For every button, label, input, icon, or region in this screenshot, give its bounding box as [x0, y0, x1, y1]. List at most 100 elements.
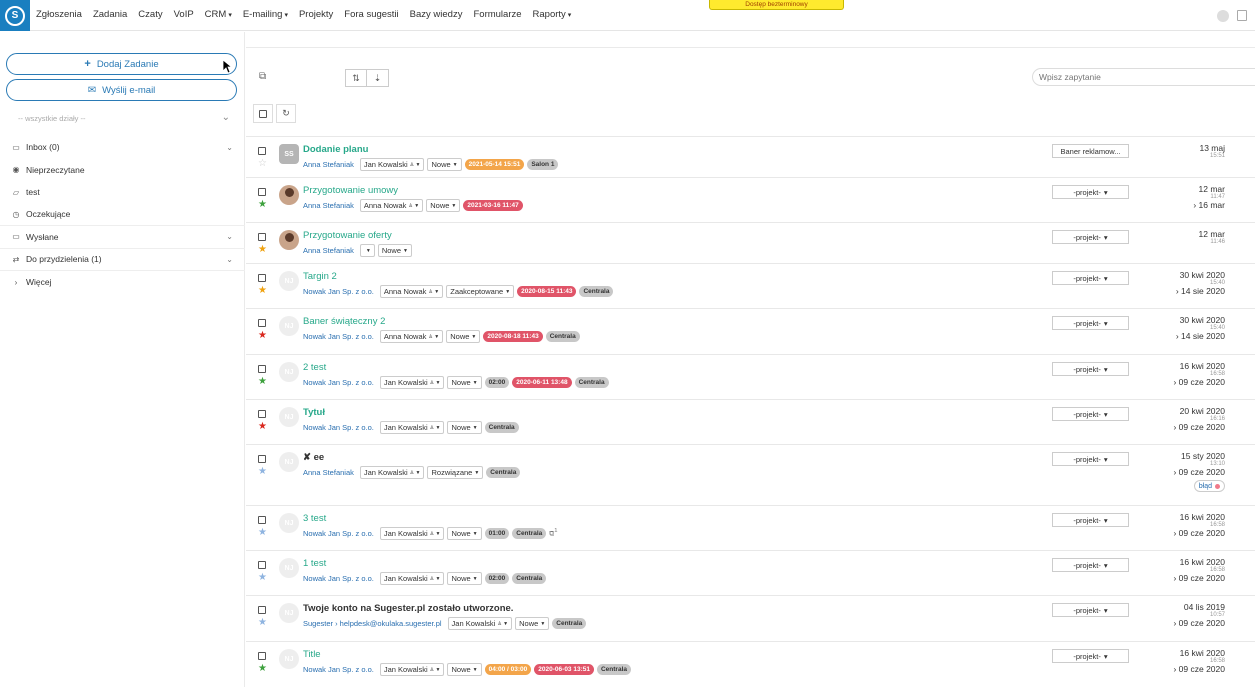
- star-icon[interactable]: ☆: [258, 159, 267, 169]
- assignee-dropdown[interactable]: Jan Kowalski ♙ ▼: [447, 617, 513, 630]
- row-checkbox[interactable]: [258, 652, 266, 662]
- table-row[interactable]: ★ NJ Targin 2 Nowak Jan Sp. z o.o. Anna Nowa…: [246, 263, 1255, 308]
- row-checkbox[interactable]: [258, 365, 266, 375]
- requester-link[interactable]: Anna Stefaniak: [303, 201, 354, 210]
- requester-link[interactable]: Anna Stefaniak: [303, 246, 354, 255]
- row-checkbox[interactable]: [258, 516, 266, 526]
- star-icon[interactable]: ★: [258, 200, 267, 210]
- project-dropdown[interactable]: -projekt- ▾: [1052, 558, 1129, 572]
- nav-item[interactable]: Projekty: [299, 9, 333, 20]
- send-email-button[interactable]: ✉ Wyślij e-mail: [6, 79, 237, 101]
- table-row[interactable]: ★ NJ ✘ ee Anna Stefaniak Jan Kowalski ♙ ▼ Rozw…: [246, 444, 1255, 505]
- attachment-icon[interactable]: ⧉1: [549, 528, 557, 538]
- nav-item[interactable]: Formularze: [473, 9, 521, 20]
- status-dropdown[interactable]: Nowe ▼: [447, 572, 482, 585]
- status-dropdown[interactable]: Zaakceptowane ▼: [446, 285, 515, 298]
- table-row[interactable]: ★ Przygotowanie umowy Anna Stefaniak Anna N…: [246, 177, 1255, 222]
- nav-item[interactable]: CRM ▾: [205, 9, 232, 20]
- row-checkbox[interactable]: [258, 233, 266, 243]
- assignee-dropdown[interactable]: Jan Kowalski ♙ ▼: [379, 572, 445, 585]
- nav-item[interactable]: Bazy wiedzy: [410, 9, 463, 20]
- app-logo[interactable]: S: [0, 0, 30, 31]
- nav-item[interactable]: Zadania: [93, 9, 127, 20]
- row-checkbox[interactable]: [258, 410, 266, 420]
- status-dropdown[interactable]: Nowe ▼: [446, 330, 481, 343]
- assignee-dropdown[interactable]: Anna Nowak ♙ ▼: [379, 285, 444, 298]
- assignee-dropdown[interactable]: Jan Kowalski ♙ ▼: [379, 663, 445, 676]
- star-icon[interactable]: ★: [258, 573, 267, 583]
- table-row[interactable]: ★ NJ Title Nowak Jan Sp. z o.o. Jan Kowalski…: [246, 641, 1255, 686]
- copy-icon[interactable]: ⧉: [259, 71, 266, 82]
- status-dropdown[interactable]: Rozwiązane ▼: [427, 466, 484, 479]
- requester-link[interactable]: Nowak Jan Sp. z o.o.: [303, 378, 374, 387]
- requester-link[interactable]: Anna Stefaniak: [303, 468, 354, 477]
- project-dropdown[interactable]: -projekt- ▾: [1052, 230, 1129, 244]
- status-dropdown[interactable]: Nowe ▼: [377, 244, 412, 257]
- sidebar-item[interactable]: ▱ test: [0, 181, 245, 204]
- project-dropdown[interactable]: -projekt- ▾: [1052, 185, 1129, 199]
- table-row[interactable]: ★ NJ 2 test Nowak Jan Sp. z o.o. Jan Kowalsk…: [246, 354, 1255, 399]
- star-icon[interactable]: ★: [258, 528, 267, 538]
- status-dropdown[interactable]: Nowe ▼: [447, 421, 482, 434]
- status-dropdown[interactable]: Nowe ▼: [447, 376, 482, 389]
- nav-item[interactable]: Raporty ▾: [533, 9, 572, 20]
- row-checkbox[interactable]: [258, 455, 266, 465]
- star-icon[interactable]: ★: [258, 331, 267, 341]
- department-select[interactable]: -- wszystkie działy -- ⌄: [18, 112, 230, 123]
- project-dropdown[interactable]: -projekt- ▾: [1052, 452, 1129, 466]
- sidebar-item[interactable]: ◉ Nieprzeczytane: [0, 159, 245, 182]
- nav-item[interactable]: VoIP: [174, 9, 194, 20]
- project-dropdown[interactable]: -projekt- ▾: [1052, 649, 1129, 663]
- project-dropdown[interactable]: -projekt- ▾: [1052, 513, 1129, 527]
- project-dropdown[interactable]: -projekt- ▾: [1052, 271, 1129, 285]
- star-icon[interactable]: ★: [258, 286, 267, 296]
- requester-link[interactable]: Nowak Jan Sp. z o.o.: [303, 423, 374, 432]
- assignee-dropdown[interactable]: ▼: [359, 244, 375, 257]
- table-row[interactable]: ★ NJ Tytuł Nowak Jan Sp. z o.o. Jan Kowalski…: [246, 399, 1255, 444]
- assignee-dropdown[interactable]: Jan Kowalski ♙ ▼: [359, 466, 425, 479]
- project-dropdown[interactable]: -projekt- ▾: [1052, 316, 1129, 330]
- requester-link[interactable]: Nowak Jan Sp. z o.o.: [303, 665, 374, 674]
- star-icon[interactable]: ★: [258, 618, 267, 628]
- project-dropdown[interactable]: -projekt- ▾: [1052, 603, 1129, 617]
- sidebar-item[interactable]: ⇄ Do przydzielenia (1) ⌄: [0, 249, 245, 271]
- window-icon[interactable]: [1237, 10, 1247, 21]
- assignee-dropdown[interactable]: Jan Kowalski ♙ ▼: [379, 421, 445, 434]
- assignee-dropdown[interactable]: Jan Kowalski ♙ ▼: [359, 158, 425, 171]
- requester-link[interactable]: Nowak Jan Sp. z o.o.: [303, 574, 374, 583]
- status-dropdown[interactable]: Nowe ▼: [447, 663, 482, 676]
- star-icon[interactable]: ★: [258, 664, 267, 674]
- star-icon[interactable]: ★: [258, 422, 267, 432]
- task-title[interactable]: Twoje konto na Sugester.pl zostało utwor…: [303, 603, 513, 614]
- nav-item[interactable]: Czaty: [138, 9, 162, 20]
- task-title[interactable]: 2 test: [303, 362, 326, 373]
- task-title[interactable]: ✘ ee: [303, 452, 324, 463]
- requester-link[interactable]: Nowak Jan Sp. z o.o.: [303, 287, 374, 296]
- table-row[interactable]: ★ NJ 1 test Nowak Jan Sp. z o.o. Jan Kowalsk…: [246, 550, 1255, 595]
- status-dropdown[interactable]: Nowe ▼: [427, 158, 462, 171]
- user-avatar-icon[interactable]: [1217, 10, 1229, 22]
- sidebar-item[interactable]: ▭ Inbox (0) ⌄: [0, 136, 245, 159]
- nav-item[interactable]: Fora sugestii: [344, 9, 398, 20]
- sort-field-button[interactable]: ⇣: [367, 69, 389, 87]
- row-checkbox[interactable]: [258, 188, 266, 198]
- star-icon[interactable]: ★: [258, 245, 267, 255]
- nav-item[interactable]: Zgłoszenia: [36, 9, 82, 20]
- add-task-button[interactable]: + Dodaj Zadanie: [6, 53, 237, 75]
- requester-link[interactable]: Anna Stefaniak: [303, 160, 354, 169]
- row-checkbox[interactable]: [258, 606, 266, 616]
- assignee-dropdown[interactable]: Jan Kowalski ♙ ▼: [379, 376, 445, 389]
- task-title[interactable]: 3 test: [303, 513, 326, 524]
- sort-order-button[interactable]: ⇅: [345, 69, 367, 87]
- requester-link[interactable]: Nowak Jan Sp. z o.o.: [303, 529, 374, 538]
- chevron-down-icon[interactable]: ⌄: [226, 232, 233, 241]
- row-checkbox[interactable]: [258, 561, 266, 571]
- row-checkbox[interactable]: [258, 319, 266, 329]
- requester-link[interactable]: Sugester › helpdesk@okulaka.sugester.pl: [303, 619, 442, 628]
- task-title[interactable]: Title: [303, 649, 321, 660]
- assignee-dropdown[interactable]: Jan Kowalski ♙ ▼: [379, 527, 445, 540]
- nav-item[interactable]: E-mailing ▾: [243, 9, 288, 20]
- trial-badge[interactable]: Dostęp bezterminowy: [709, 0, 844, 10]
- assignee-dropdown[interactable]: Anna Nowak ♙ ▼: [379, 330, 444, 343]
- table-row[interactable]: ★ NJ Baner świąteczny 2 Nowak Jan Sp. z o.o…: [246, 308, 1255, 354]
